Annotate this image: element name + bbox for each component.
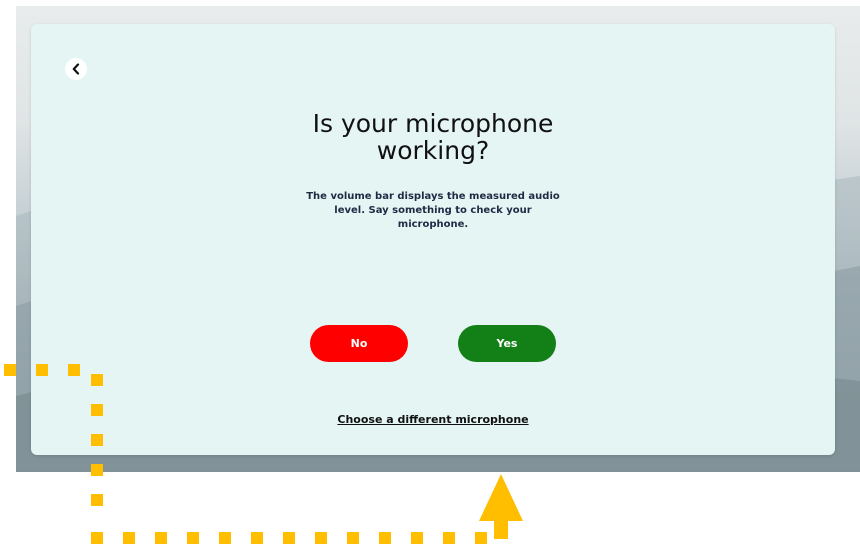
arrow-up-icon (479, 474, 523, 539)
screen: Is your microphone working? The volume b… (0, 0, 860, 546)
no-button[interactable]: No (310, 325, 408, 362)
back-button[interactable] (65, 58, 87, 80)
yes-button[interactable]: Yes (458, 325, 556, 362)
chevron-left-icon (72, 63, 80, 75)
dialog-description-text: The volume bar displays the measured aud… (306, 191, 560, 230)
dialog-title-text: Is your microphone working? (312, 109, 554, 165)
microphone-check-dialog: Is your microphone working? The volume b… (31, 24, 835, 455)
dialog-description: The volume bar displays the measured aud… (31, 190, 835, 232)
choose-different-microphone-link[interactable]: Choose a different microphone (337, 413, 528, 426)
dialog-title: Is your microphone working? (31, 110, 835, 164)
change-microphone-row: Choose a different microphone (31, 413, 835, 426)
